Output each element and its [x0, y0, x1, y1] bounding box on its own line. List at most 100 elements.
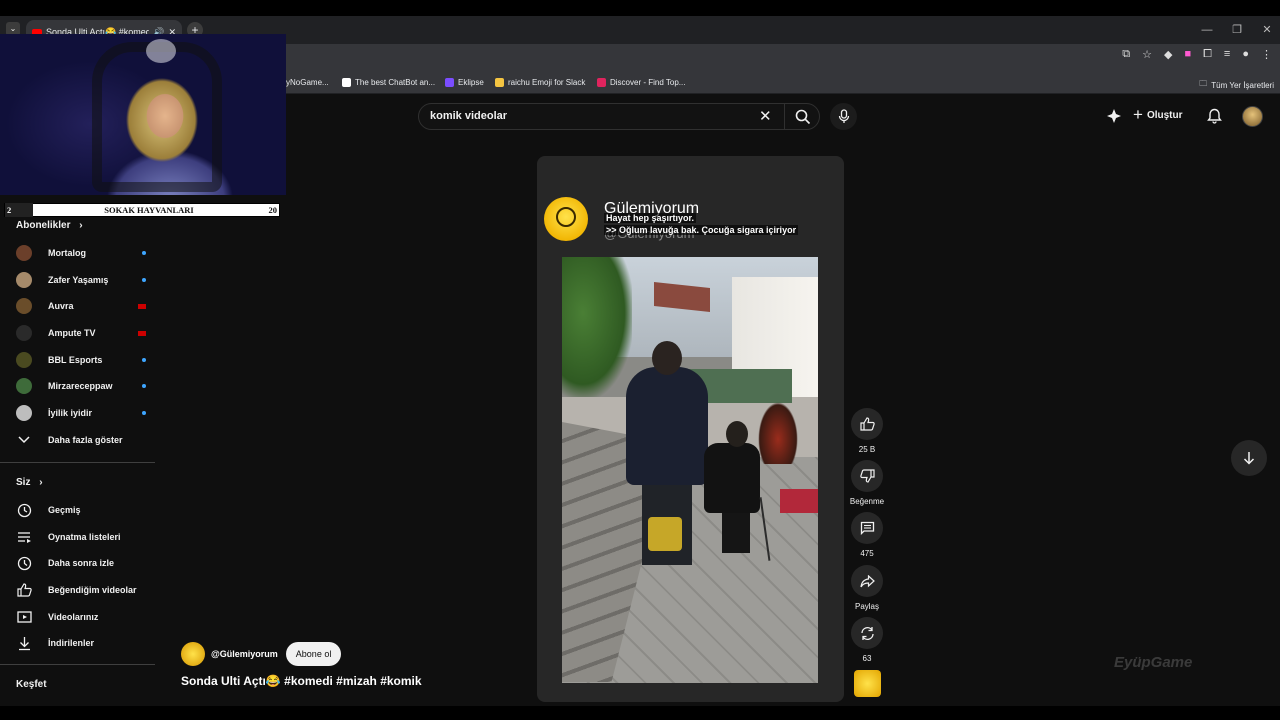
- subscription-name: Zafer Yaşamış: [48, 275, 109, 285]
- minimize-button[interactable]: —: [1192, 16, 1222, 44]
- dislike-action[interactable]: Beğenme: [850, 460, 884, 506]
- you-section-title[interactable]: Siz ›: [16, 477, 43, 488]
- remix-button[interactable]: [851, 617, 883, 649]
- extension-diamond-icon[interactable]: ◆: [1164, 48, 1172, 61]
- remix-count: 63: [862, 654, 872, 663]
- dislike-button[interactable]: [851, 460, 883, 492]
- comments-action[interactable]: 475: [851, 512, 883, 558]
- subscriptions-section-title[interactable]: Abonelikler ›: [16, 220, 83, 231]
- share-button[interactable]: [851, 565, 883, 597]
- subscribe-button[interactable]: Abone ol: [285, 642, 342, 666]
- stream-left-number: 2: [5, 203, 33, 217]
- browser-menu-icon[interactable]: ⋮: [1261, 48, 1272, 61]
- sidebar-item-label: İndirilenler: [48, 638, 95, 648]
- plus-icon: +: [1133, 105, 1143, 124]
- ai-sparkle-icon[interactable]: [1106, 108, 1122, 124]
- account-avatar[interactable]: [1242, 106, 1263, 127]
- avatar: [16, 378, 32, 394]
- share-action[interactable]: Paylaş: [851, 565, 883, 611]
- profile-icon[interactable]: ●: [1242, 48, 1249, 61]
- chevron-right-icon: ›: [79, 220, 83, 231]
- like-action[interactable]: 25 B: [851, 408, 883, 454]
- playlists-icon: [16, 529, 32, 545]
- stream-info-bar: 2 SOKAK HAYVANLARI 20: [4, 203, 280, 217]
- live-indicator-icon: [138, 303, 146, 309]
- sidebar-item-liked[interactable]: Beğendiğim videolar: [16, 580, 146, 600]
- like-button[interactable]: [851, 408, 883, 440]
- channel-handle[interactable]: @Gülemiyorum: [211, 649, 278, 659]
- browser-toolbar-icons: ⧉ ☆ ◆ ■ ⧠ ≡ ● ⋮: [1122, 48, 1272, 61]
- bookmark-label: The best ChatBot an...: [355, 78, 436, 87]
- avatar: [16, 298, 32, 314]
- clear-search-icon[interactable]: ✕: [759, 107, 772, 125]
- sidebar-subscription-iyilik[interactable]: İyilik iyidir: [16, 403, 146, 423]
- voice-search-button[interactable]: [830, 103, 857, 130]
- watch-later-icon: [16, 555, 32, 571]
- maximize-button[interactable]: ❐: [1222, 16, 1252, 44]
- install-app-icon[interactable]: ⧉: [1122, 48, 1130, 61]
- sidebar-divider: [0, 462, 155, 463]
- video-child-legs: [722, 507, 750, 553]
- sidebar-subscription-bbl[interactable]: BBL Esports: [16, 350, 146, 370]
- create-label: Oluştur: [1146, 109, 1183, 121]
- close-window-button[interactable]: ✕: [1252, 16, 1280, 44]
- video-trees: [562, 257, 632, 397]
- sidebar-item-your-videos[interactable]: Videolarınız: [16, 607, 146, 627]
- sidebar-subscription-zafer[interactable]: Zafer Yaşamış: [16, 270, 146, 290]
- short-channel-logo: [544, 197, 588, 241]
- bookmark-item[interactable]: Eklipse: [445, 78, 484, 87]
- comments-button[interactable]: [851, 512, 883, 544]
- sidebar-item-watch-later[interactable]: Daha sonra izle: [16, 553, 146, 573]
- remix-action[interactable]: 63: [851, 617, 883, 663]
- sidebar-subscription-ampute[interactable]: Ampute TV: [16, 323, 146, 343]
- avatar: [16, 405, 32, 421]
- sidebar-item-downloads[interactable]: İndirilenler: [16, 633, 146, 653]
- subscription-name: Mortalog: [48, 248, 86, 258]
- search-input[interactable]: komik videolar: [430, 110, 507, 122]
- media-control-icon[interactable]: ≡: [1224, 48, 1230, 61]
- sound-thumbnail[interactable]: [854, 670, 881, 697]
- short-video-frame[interactable]: [562, 257, 818, 683]
- bookmark-label: Eklipse: [458, 78, 484, 87]
- extensions-puzzle-icon[interactable]: ⧠: [1203, 48, 1212, 61]
- bookmark-star-icon[interactable]: ☆: [1142, 48, 1152, 61]
- search-box[interactable]: komik videolar ✕: [418, 103, 820, 130]
- sidebar-subscription-mortalog[interactable]: Mortalog: [16, 243, 146, 263]
- create-button[interactable]: + Oluştur: [1133, 105, 1183, 124]
- sidebar-item-playlists[interactable]: Oynatma listeleri: [16, 527, 146, 547]
- bookmark-label: raichu Emoji for Slack: [508, 78, 586, 87]
- show-more-button[interactable]: Daha fazla göster: [16, 430, 146, 450]
- history-icon: [16, 502, 32, 518]
- subscription-name: Mirzareceppaw: [48, 381, 113, 391]
- short-channel-row: @Gülemiyorum Abone ol: [181, 642, 342, 666]
- plush-toy: [146, 39, 176, 63]
- notifications-bell-icon[interactable]: [1207, 108, 1222, 124]
- next-short-button[interactable]: [1231, 440, 1267, 476]
- extension-pink-icon[interactable]: ■: [1184, 48, 1191, 61]
- sidebar-item-label: Beğendiğim videolar: [48, 585, 137, 595]
- microphone-icon: [838, 109, 849, 123]
- channel-avatar[interactable]: [181, 642, 205, 666]
- video-motorbike: [758, 402, 798, 464]
- all-bookmarks-button[interactable]: 🗀 Tüm Yer İşaretleri: [1199, 78, 1274, 92]
- sidebar-item-history[interactable]: Geçmiş: [16, 500, 146, 520]
- bookmark-item[interactable]: The best ChatBot an...: [342, 78, 435, 87]
- bookmark-item[interactable]: Discover - Find Top...: [597, 78, 685, 87]
- comment-count: 475: [860, 549, 874, 558]
- downloads-icon: [16, 635, 32, 651]
- video-child-head: [726, 421, 748, 447]
- like-count: 25 B: [858, 445, 876, 454]
- bookmark-item[interactable]: yNoGame...: [286, 78, 329, 87]
- new-content-dot-icon: [142, 411, 146, 415]
- live-indicator-icon: [138, 330, 146, 336]
- video-watermark-logo: [648, 517, 682, 551]
- search-button[interactable]: [784, 104, 820, 129]
- video-man: [626, 367, 708, 485]
- sidebar-subscription-mirza[interactable]: Mirzareceppaw: [16, 376, 146, 396]
- sidebar-item-label: Daha sonra izle: [48, 558, 115, 568]
- explore-section-title: Keşfet: [16, 679, 47, 690]
- bookmark-item[interactable]: raichu Emoji for Slack: [495, 78, 585, 87]
- stream-right-number: 20: [268, 205, 278, 215]
- sidebar-subscription-auvra[interactable]: Auvra: [16, 296, 146, 316]
- dislike-label: Beğenme: [849, 497, 885, 506]
